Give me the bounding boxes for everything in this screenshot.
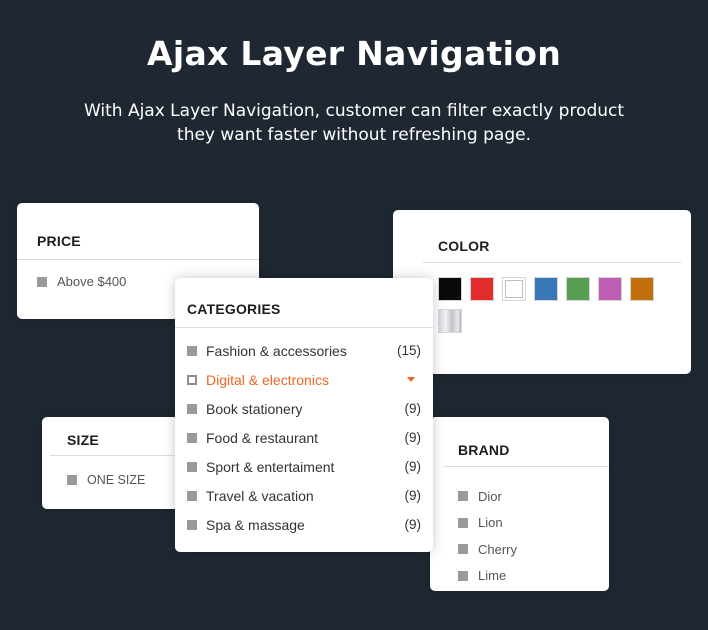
- brand-option-label: Dior: [478, 488, 502, 504]
- category-item-active[interactable]: Digital & electronics: [187, 365, 421, 394]
- category-item[interactable]: Book stationery (9): [187, 394, 421, 423]
- divider: [175, 327, 433, 328]
- brand-list: Dior Lion Cherry Lime: [458, 483, 517, 589]
- brand-option-label: Lime: [478, 568, 507, 584]
- category-label: Book stationery: [206, 400, 303, 417]
- category-item[interactable]: Fashion & accessories (15): [187, 336, 421, 365]
- color-swatch-purple[interactable]: [598, 277, 622, 301]
- categories-filter-title: CATEGORIES: [187, 301, 281, 317]
- caret-down-icon[interactable]: [407, 377, 415, 382]
- checkbox-icon[interactable]: [458, 491, 468, 502]
- checkbox-unchecked-icon[interactable]: [187, 374, 197, 385]
- color-swatch-blue[interactable]: [534, 277, 558, 301]
- price-filter-title: PRICE: [37, 233, 81, 249]
- color-swatch-black[interactable]: [438, 277, 462, 301]
- size-filter-title: SIZE: [67, 432, 99, 448]
- brand-option[interactable]: Dior: [458, 483, 517, 510]
- color-swatch-red[interactable]: [470, 277, 494, 301]
- category-count: (9): [404, 459, 422, 474]
- category-label: Travel & vacation: [206, 487, 314, 504]
- color-swatch-orange[interactable]: [630, 277, 654, 301]
- category-label: Spa & massage: [206, 516, 305, 533]
- checkbox-icon[interactable]: [458, 517, 468, 528]
- color-swatch-list: [438, 277, 668, 333]
- checkbox-icon[interactable]: [37, 276, 47, 287]
- divider: [423, 262, 681, 263]
- brand-filter-title: BRAND: [458, 442, 510, 458]
- color-swatch-white[interactable]: [502, 277, 526, 301]
- checkbox-icon[interactable]: [187, 519, 197, 530]
- category-item[interactable]: Sport & entertaiment (9): [187, 452, 421, 481]
- checkbox-icon[interactable]: [187, 403, 197, 414]
- page-subtitle: With Ajax Layer Navigation, customer can…: [83, 101, 625, 145]
- brand-option[interactable]: Cherry: [458, 536, 517, 563]
- category-count: (9): [404, 517, 422, 532]
- checkbox-icon[interactable]: [458, 570, 468, 581]
- color-swatch-silver[interactable]: [438, 309, 462, 333]
- category-item[interactable]: Travel & vacation (9): [187, 481, 421, 510]
- divider: [17, 259, 259, 260]
- color-filter-title: COLOR: [438, 238, 490, 254]
- checkbox-icon[interactable]: [187, 432, 197, 443]
- category-count: (15): [396, 343, 421, 358]
- checkbox-icon[interactable]: [187, 345, 197, 356]
- size-filter-panel: SIZE ONE SIZE: [42, 417, 192, 509]
- brand-option[interactable]: Lion: [458, 510, 517, 537]
- brand-option-label: Lion: [478, 515, 503, 531]
- category-label: Sport & entertaiment: [206, 458, 335, 475]
- size-option-label: ONE SIZE: [87, 473, 146, 487]
- category-item[interactable]: Food & restaurant (9): [187, 423, 421, 452]
- category-list: Fashion & accessories (15) Digital & ele…: [187, 336, 421, 539]
- price-option-label: Above $400: [57, 274, 127, 289]
- divider: [50, 455, 192, 456]
- category-count: (9): [404, 488, 422, 503]
- page-title: Ajax Layer Navigation: [147, 34, 561, 73]
- color-swatch-green[interactable]: [566, 277, 590, 301]
- brand-option[interactable]: Lime: [458, 563, 517, 590]
- category-label: Fashion & accessories: [206, 342, 347, 359]
- category-count: (9): [404, 430, 422, 445]
- divider: [444, 466, 609, 467]
- category-item[interactable]: Spa & massage (9): [187, 510, 421, 539]
- category-label: Digital & electronics: [206, 371, 329, 388]
- price-option[interactable]: Above $400: [37, 274, 126, 289]
- size-option[interactable]: ONE SIZE: [67, 473, 145, 487]
- brand-filter-panel: BRAND Dior Lion Cherry Lime: [430, 417, 609, 591]
- brand-option-label: Cherry: [478, 541, 518, 557]
- categories-filter-panel: CATEGORIES Fashion & accessories (15) Di…: [175, 278, 433, 552]
- checkbox-icon[interactable]: [187, 490, 197, 501]
- category-count: (9): [404, 401, 422, 416]
- category-label: Food & restaurant: [206, 429, 319, 446]
- color-filter-panel: COLOR: [393, 210, 691, 374]
- checkbox-icon[interactable]: [67, 475, 77, 485]
- checkbox-icon[interactable]: [458, 544, 468, 555]
- checkbox-icon[interactable]: [187, 461, 197, 472]
